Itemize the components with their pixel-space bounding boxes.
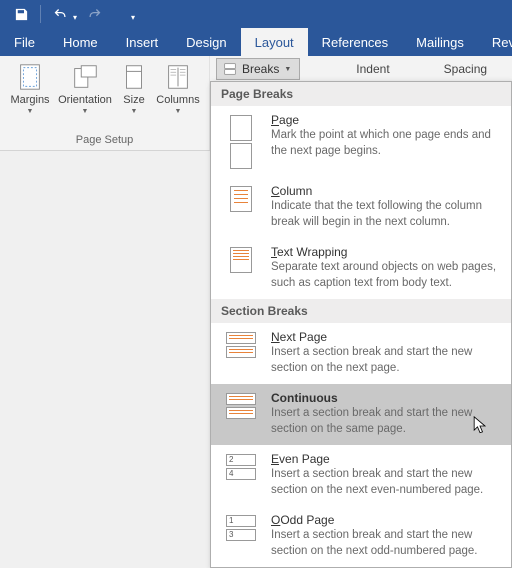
chevron-down-icon: ▼: [284, 66, 291, 73]
tab-layout[interactable]: Layout: [241, 28, 308, 56]
qat-customize-icon[interactable]: ▾: [131, 13, 135, 22]
menu-item-desc: Insert a section break and start the new…: [271, 467, 501, 498]
tab-review[interactable]: Revie: [478, 28, 512, 56]
margins-button[interactable]: Margins ▼: [6, 60, 54, 115]
group-page-setup: Margins ▼ Orientation ▼ Size ▼ Columns ▼…: [0, 56, 210, 150]
next-page-icon: [223, 330, 259, 376]
menu-item-page[interactable]: Page Mark the point at which one page en…: [211, 106, 511, 177]
menu-item-column[interactable]: Column Indicate that the text following …: [211, 177, 511, 238]
undo-icon[interactable]: [47, 3, 73, 25]
menu-item-title: OOdd Page: [271, 513, 501, 527]
menu-item-title: Even Page: [271, 452, 501, 466]
chevron-down-icon: ▼: [175, 108, 182, 115]
menu-item-continuous[interactable]: Continuous Insert a section break and st…: [211, 384, 511, 445]
menu-item-title: Column: [271, 184, 501, 198]
continuous-icon: [223, 391, 259, 437]
menu-item-title: Next Page: [271, 330, 501, 344]
size-button[interactable]: Size ▼: [116, 60, 152, 115]
quick-access-toolbar: ▾ ▾: [0, 0, 512, 28]
tab-references[interactable]: References: [308, 28, 402, 56]
tab-insert[interactable]: Insert: [112, 28, 173, 56]
column-break-icon: [223, 184, 259, 230]
orientation-label: Orientation: [58, 94, 112, 106]
undo-dropdown-icon[interactable]: ▾: [73, 13, 77, 22]
size-label: Size: [123, 94, 144, 106]
menu-item-odd-page[interactable]: OOdd Page Insert a section break and sta…: [211, 506, 511, 567]
ribbon-tabs: File Home Insert Design Layout Reference…: [0, 28, 512, 56]
dropdown-header-section-breaks: Section Breaks: [211, 299, 511, 323]
group-label-page-setup: Page Setup: [0, 132, 209, 150]
menu-item-even-page[interactable]: Even Page Insert a section break and sta…: [211, 445, 511, 506]
cursor-icon: [473, 416, 487, 436]
chevron-down-icon: ▼: [27, 108, 34, 115]
columns-button[interactable]: Columns ▼: [154, 60, 202, 115]
indent-label: Indent: [356, 62, 389, 76]
orientation-button[interactable]: Orientation ▼: [56, 60, 114, 115]
save-icon[interactable]: [8, 3, 34, 25]
tab-file[interactable]: File: [0, 28, 49, 56]
menu-item-next-page[interactable]: Next Page Insert a section break and sta…: [211, 323, 511, 384]
page-break-icon: [223, 113, 259, 169]
breaks-label: Breaks: [242, 62, 279, 76]
tab-mailings[interactable]: Mailings: [402, 28, 478, 56]
odd-page-icon: [223, 513, 259, 559]
menu-item-title: Page: [271, 113, 501, 127]
menu-item-desc: Insert a section break and start the new…: [271, 345, 501, 376]
chevron-down-icon: ▼: [82, 108, 89, 115]
menu-item-desc: Separate text around objects on web page…: [271, 260, 501, 291]
spacing-label: Spacing: [444, 62, 487, 76]
redo-icon[interactable]: [81, 3, 107, 25]
chevron-down-icon: ▼: [131, 108, 138, 115]
menu-item-title: Text Wrapping: [271, 245, 501, 259]
tab-home[interactable]: Home: [49, 28, 112, 56]
breaks-button[interactable]: Breaks ▼: [216, 58, 300, 80]
tab-design[interactable]: Design: [172, 28, 240, 56]
menu-item-desc: Insert a section break and start the new…: [271, 528, 501, 559]
breaks-dropdown: Page Breaks Page Mark the point at which…: [210, 81, 512, 568]
menu-item-desc: Mark the point at which one page ends an…: [271, 128, 501, 159]
menu-item-desc: Insert a section break and start the new…: [271, 406, 501, 437]
text-wrapping-icon: [223, 245, 259, 291]
even-page-icon: [223, 452, 259, 498]
columns-label: Columns: [156, 94, 199, 106]
dropdown-header-page-breaks: Page Breaks: [211, 82, 511, 106]
menu-item-title: Continuous: [271, 391, 501, 405]
menu-item-desc: Indicate that the text following the col…: [271, 199, 501, 230]
margins-label: Margins: [10, 94, 49, 106]
menu-item-text-wrapping[interactable]: Text Wrapping Separate text around objec…: [211, 238, 511, 299]
